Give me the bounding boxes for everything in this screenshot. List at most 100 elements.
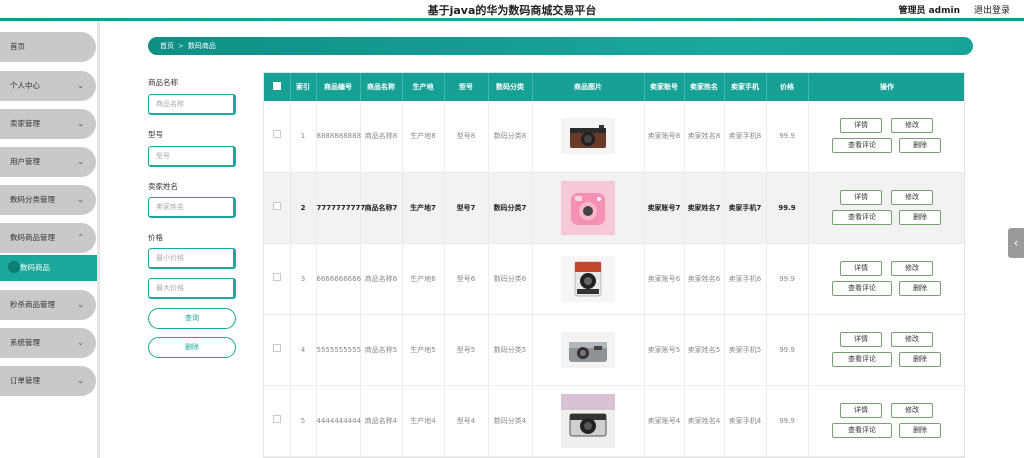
category-cell: 数码分类8 (488, 101, 533, 173)
table-row[interactable]: 2 7777777777 商品名称7 生产地7 型号7 数码分类7 卖家账号7 卖家姓名7 卖家… (264, 172, 964, 244)
product-image[interactable] (561, 393, 615, 448)
name-cell: 商品名称7 (360, 172, 403, 244)
code-cell: 5555555555 (316, 314, 361, 386)
delete-button[interactable]: 删除 (899, 351, 941, 367)
query-button[interactable]: 查询 (148, 308, 236, 329)
chevron-down-icon: ⌄ (77, 119, 84, 128)
detail-button[interactable]: 详情 (840, 189, 882, 205)
row-checkbox[interactable] (272, 272, 281, 281)
column-header: 卖家手机 (724, 73, 767, 101)
seller-input[interactable]: 卖家姓名 (148, 197, 236, 218)
column-header: 索引 (290, 73, 317, 101)
account-cell: 卖家账号4 (644, 385, 685, 457)
edit-button[interactable]: 修改 (891, 402, 933, 418)
row-checkbox[interactable] (272, 201, 281, 210)
sidebar-item-system[interactable]: 系统管理 ⌄ (0, 328, 96, 358)
breadcrumb-home[interactable]: 首页 (160, 42, 174, 50)
product-image[interactable] (561, 118, 615, 155)
column-header: 商品名称 (360, 73, 403, 101)
top-bar: 基于java的华为数码商城交易平台 管理员 admin 退出登录 (0, 0, 1024, 20)
edit-button[interactable]: 修改 (891, 331, 933, 347)
ops-cell: 详情 修改 查看评论 删除 (808, 101, 964, 173)
seller-cell: 卖家姓名4 (684, 385, 725, 457)
sidebar-subitem-products[interactable]: 数码商品 (0, 255, 97, 281)
model-input[interactable]: 型号 (148, 146, 236, 167)
origin-cell: 生产地7 (402, 172, 445, 244)
row-checkbox[interactable] (272, 130, 281, 139)
delete-button[interactable]: 删除 (899, 138, 941, 154)
view-comments-button[interactable]: 查看评论 (832, 351, 892, 367)
table-row[interactable]: 1 8888888888 商品名称8 生产地8 型号8 数码分类8 卖家账号8 卖家姓名8 卖家… (264, 101, 964, 173)
ops-cell: 详情 修改 查看评论 删除 (808, 385, 964, 457)
sidebar-item-profile[interactable]: 个人中心 ⌄ (0, 71, 96, 101)
account-cell: 卖家账号6 (644, 243, 685, 315)
table-header-row: 索引 商品编号 商品名称 生产地 型号 数码分类 商品图片 卖家账号 卖家姓名 … (264, 73, 964, 101)
table-row[interactable]: 5 4444444444 商品名称4 生产地4 型号4 数码分类4 卖家账号4 卖家姓名4 卖家… (264, 385, 964, 457)
category-cell: 数码分类6 (488, 243, 533, 315)
table-row[interactable]: 3 6666666666 商品名称6 生产地6 型号6 数码分类6 卖家账号6 卖家姓名6 卖家… (264, 243, 964, 315)
product-image[interactable] (561, 255, 615, 302)
ops-cell: 详情 修改 查看评论 删除 (808, 172, 964, 244)
sidebar-item-label: 个人中心 (10, 81, 40, 90)
sidebar-item-categories[interactable]: 数码分类管理 ⌄ (0, 185, 96, 215)
code-cell: 8888888888 (316, 101, 361, 173)
name-cell: 商品名称6 (360, 243, 403, 315)
chevron-up-icon: ⌃ (77, 233, 84, 242)
column-header: 数码分类 (488, 73, 533, 101)
sidebar-item-flash-sale[interactable]: 秒杀商品管理 ⌄ (0, 290, 96, 320)
breadcrumb-separator: > (178, 42, 184, 50)
product-image[interactable] (561, 180, 615, 235)
ops-cell: 详情 修改 查看评论 删除 (808, 314, 964, 386)
edit-button[interactable]: 修改 (891, 118, 933, 134)
image-cell (532, 101, 645, 173)
select-all-checkbox[interactable] (272, 82, 281, 90)
image-cell (532, 385, 645, 457)
product-table: 索引 商品编号 商品名称 生产地 型号 数码分类 商品图片 卖家账号 卖家姓名 … (263, 72, 965, 458)
row-checkbox[interactable] (272, 414, 281, 423)
delete-button[interactable]: 删除 (899, 280, 941, 296)
view-comments-button[interactable]: 查看评论 (832, 280, 892, 296)
admin-user: 管理员 admin (898, 6, 960, 16)
delete-button[interactable]: 删除 (899, 422, 941, 438)
view-comments-button[interactable]: 查看评论 (832, 422, 892, 438)
column-header: 商品图片 (532, 73, 645, 101)
column-header: 型号 (444, 73, 489, 101)
delete-button[interactable]: 删除 (899, 209, 941, 225)
detail-button[interactable]: 详情 (840, 260, 882, 276)
phone-cell: 卖家手机8 (724, 101, 767, 173)
name-input[interactable]: 商品名称 (148, 94, 236, 115)
sidebar-item-users[interactable]: 用户管理 ⌄ (0, 147, 96, 177)
name-cell: 商品名称8 (360, 101, 403, 173)
bulk-delete-button[interactable]: 删除 (148, 337, 236, 358)
row-checkbox[interactable] (272, 343, 281, 352)
sidebar-item-label: 用户管理 (10, 157, 40, 166)
image-cell (532, 314, 645, 386)
row-actions: 详情 修改 查看评论 删除 (812, 116, 962, 156)
origin-cell: 生产地6 (402, 243, 445, 315)
edit-button[interactable]: 修改 (891, 189, 933, 205)
chevron-down-icon: ⌄ (77, 195, 84, 204)
min-price-input[interactable]: 最小价格 (148, 248, 236, 269)
sidebar-item-home[interactable]: 首页 (0, 32, 96, 62)
detail-button[interactable]: 详情 (840, 402, 882, 418)
index-cell: 4 (290, 314, 317, 386)
model-cell: 型号6 (444, 243, 489, 315)
sidebar-item-sellers[interactable]: 卖家管理 ⌄ (0, 109, 96, 139)
view-comments-button[interactable]: 查看评论 (832, 209, 892, 225)
view-comments-button[interactable]: 查看评论 (832, 138, 892, 154)
code-cell: 6666666666 (316, 243, 361, 315)
logout-link[interactable]: 退出登录 (974, 3, 1010, 16)
detail-button[interactable]: 详情 (840, 331, 882, 347)
chevron-down-icon: ⌄ (77, 157, 84, 166)
max-price-input[interactable]: 最大价格 (148, 278, 236, 299)
edit-button[interactable]: 修改 (891, 260, 933, 276)
table-row[interactable]: 4 5555555555 商品名称5 生产地5 型号5 数码分类5 卖家账号5 卖家姓名5 卖家… (264, 314, 964, 386)
sidebar-item-products[interactable]: 数码商品管理 ⌃ (0, 223, 96, 253)
menu-dot-icon (8, 261, 20, 273)
row-actions: 详情 修改 查看评论 删除 (812, 401, 962, 441)
sidebar-item-orders[interactable]: 订单管理 ⌄ (0, 366, 96, 396)
price-cell: 99.9 (766, 101, 809, 173)
detail-button[interactable]: 详情 (840, 118, 882, 134)
collapse-handle[interactable]: ‹ (1008, 228, 1024, 258)
product-image[interactable] (561, 331, 615, 368)
